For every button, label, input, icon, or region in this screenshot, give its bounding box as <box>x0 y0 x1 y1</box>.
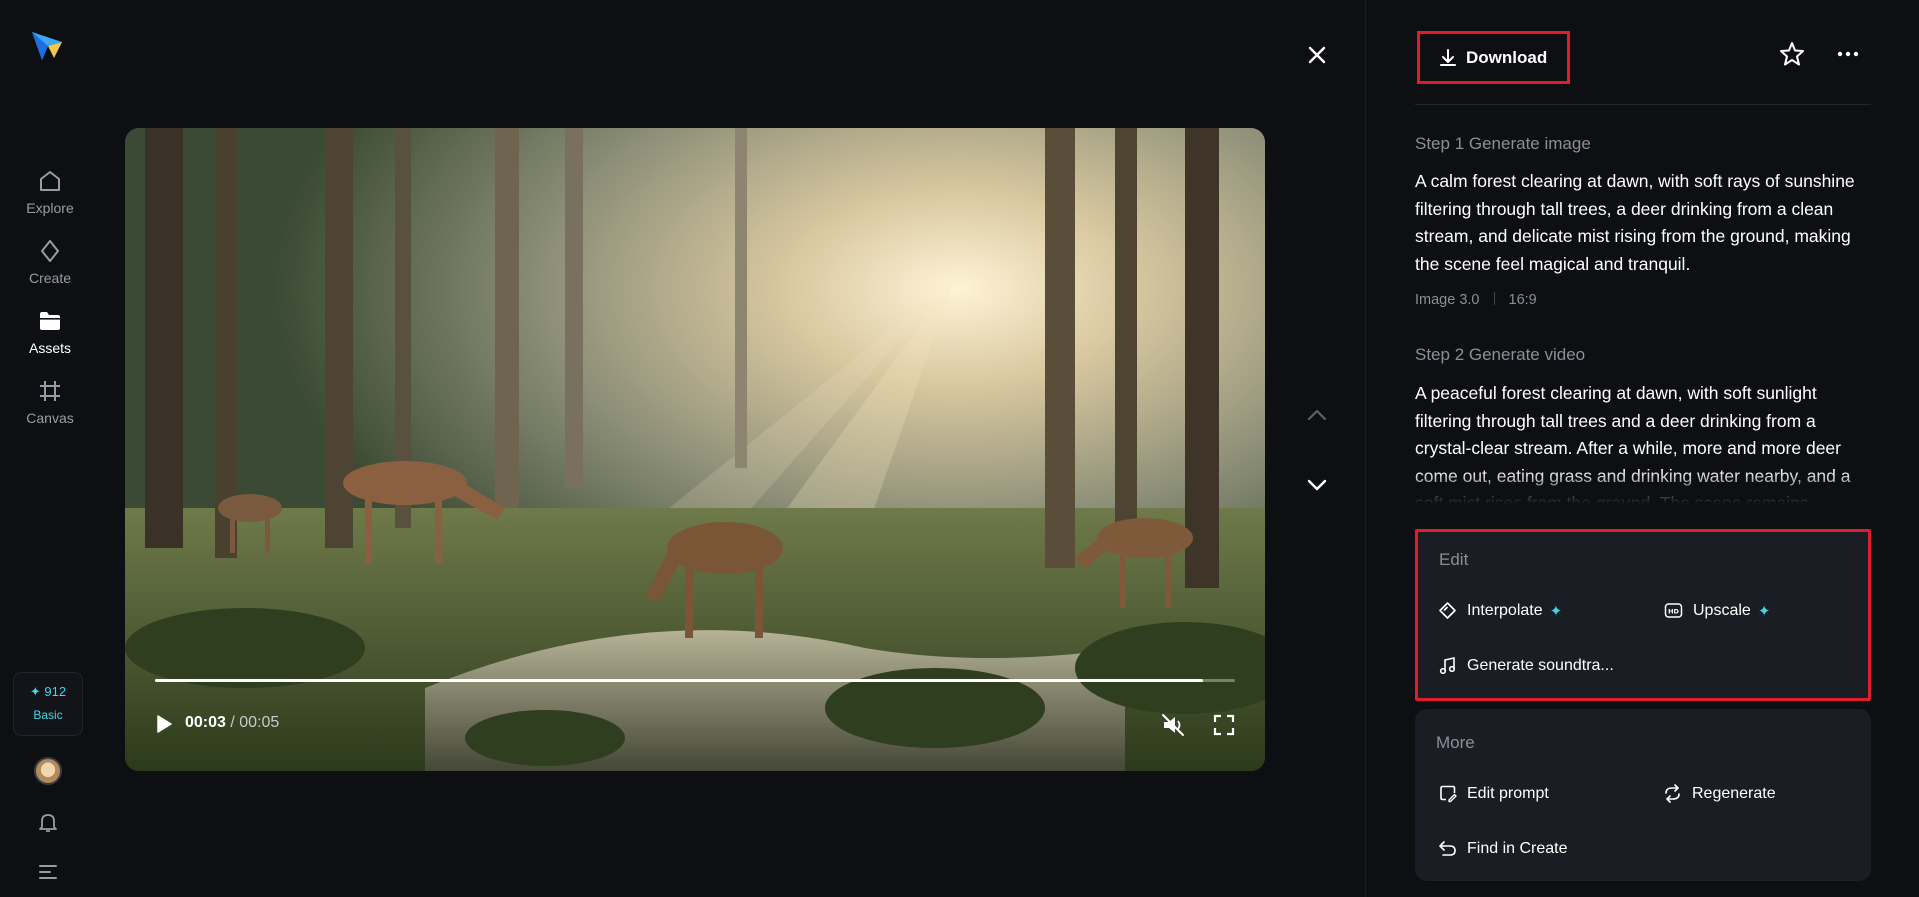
edit-card: Edit Interpolate ✦ HD Upscale ✦ Generate… <box>1415 529 1871 701</box>
more-card: More Edit prompt Regenerate Find in Crea… <box>1415 709 1871 881</box>
image-meta: Image 3.0 16:9 <box>1415 292 1537 308</box>
app-logo[interactable] <box>30 28 64 62</box>
forest-deer-video-frame <box>125 128 1265 771</box>
fullscreen-icon[interactable] <box>1213 714 1235 736</box>
credits-count: ✦ 912 <box>29 684 67 699</box>
edit-prompt-icon <box>1440 785 1457 803</box>
panel-divider <box>1365 0 1366 897</box>
nav-item-explore[interactable]: Explore <box>0 168 100 216</box>
nav-item-canvas[interactable]: Canvas <box>0 378 100 426</box>
sparkle-icon: ✦ <box>1549 602 1563 620</box>
frame-icon <box>40 381 60 401</box>
video-player[interactable]: 00:03 / 00:05 <box>125 128 1265 771</box>
menu-icon[interactable] <box>36 860 60 884</box>
nav-item-create[interactable]: Create <box>0 238 100 286</box>
nav-label-assets: Assets <box>28 340 71 356</box>
close-icon[interactable] <box>1302 40 1332 70</box>
panel-divider-line <box>1415 104 1871 105</box>
app-root: Explore Create Assets Canvas ✦ 912 Basic <box>0 0 1919 897</box>
folder-icon <box>40 312 60 330</box>
download-button[interactable]: Download <box>1417 31 1570 84</box>
current-time: 00:03 <box>185 714 226 731</box>
details-panel: Download Step 1 Generate image A calm fo… <box>1415 0 1871 897</box>
download-label: Download <box>1466 47 1548 67</box>
plan-label: Basic <box>33 708 63 722</box>
edit-title: Edit <box>1439 550 1469 569</box>
more-title: More <box>1436 733 1475 752</box>
nav-label-create: Create <box>28 270 72 286</box>
player-controls: 00:03 / 00:05 <box>125 710 1265 740</box>
prompt-fade <box>1415 470 1871 504</box>
interpolate-label: Interpolate <box>1467 601 1543 619</box>
regenerate-label: Regenerate <box>1692 784 1776 802</box>
bell-icon[interactable] <box>36 810 60 834</box>
find-in-create-label: Find in Create <box>1467 839 1568 857</box>
edit-prompt-label: Edit prompt <box>1467 784 1549 802</box>
sparkle-diamond-icon <box>41 240 59 262</box>
nav-label-explore: Explore <box>26 200 74 216</box>
generate-soundtrack-button[interactable]: Generate soundtra... <box>1438 656 1614 675</box>
time-readout: 00:03 / 00:05 <box>185 714 279 732</box>
find-in-create-button[interactable]: Find in Create <box>1438 839 1568 858</box>
meta-separator <box>1493 292 1495 305</box>
play-icon[interactable] <box>151 712 175 736</box>
chevron-up-icon[interactable] <box>1304 404 1330 426</box>
time-separator: / <box>225 714 240 731</box>
credits-badge[interactable]: ✦ 912 Basic <box>13 672 83 736</box>
soundtrack-label: Generate soundtra... <box>1467 656 1614 674</box>
more-options-icon[interactable] <box>1835 42 1861 66</box>
svg-text:HD: HD <box>1668 608 1679 616</box>
home-icon <box>40 171 60 191</box>
upscale-button[interactable]: HD Upscale ✦ <box>1664 601 1770 620</box>
download-icon <box>1440 48 1456 66</box>
step2-prompt-container: A peaceful forest clearing at dawn, with… <box>1415 380 1871 504</box>
chevron-down-icon[interactable] <box>1304 474 1330 496</box>
step1-prompt: A calm forest clearing at dawn, with sof… <box>1415 171 1855 274</box>
duration: 00:05 <box>239 714 280 731</box>
step1-title: Step 1 Generate image <box>1415 134 1591 153</box>
nav-label-canvas: Canvas <box>26 410 74 426</box>
regenerate-button[interactable]: Regenerate <box>1663 784 1776 803</box>
music-note-icon <box>1439 657 1456 675</box>
regenerate-icon <box>1665 784 1680 803</box>
sparkle-icon: ✦ <box>1757 602 1771 620</box>
edit-prompt-button[interactable]: Edit prompt <box>1438 784 1549 803</box>
return-arrow-icon <box>1439 841 1456 856</box>
interpolate-button[interactable]: Interpolate ✦ <box>1438 601 1562 620</box>
mute-icon[interactable] <box>1160 712 1186 738</box>
star-icon[interactable] <box>1778 40 1806 68</box>
nav-item-assets[interactable]: Assets <box>0 308 100 356</box>
avatar[interactable] <box>34 757 62 785</box>
interpolate-icon <box>1439 602 1456 619</box>
ratio-label: 16:9 <box>1508 292 1537 308</box>
progress-fill <box>155 679 1203 682</box>
left-nav: Explore Create Assets Canvas ✦ 912 Basic <box>0 0 100 897</box>
upscale-label: Upscale <box>1693 601 1751 619</box>
progress-bar[interactable] <box>155 679 1235 682</box>
step2-title: Step 2 Generate video <box>1415 345 1586 364</box>
model-label: Image 3.0 <box>1415 292 1480 308</box>
hd-icon: HD <box>1664 603 1683 618</box>
